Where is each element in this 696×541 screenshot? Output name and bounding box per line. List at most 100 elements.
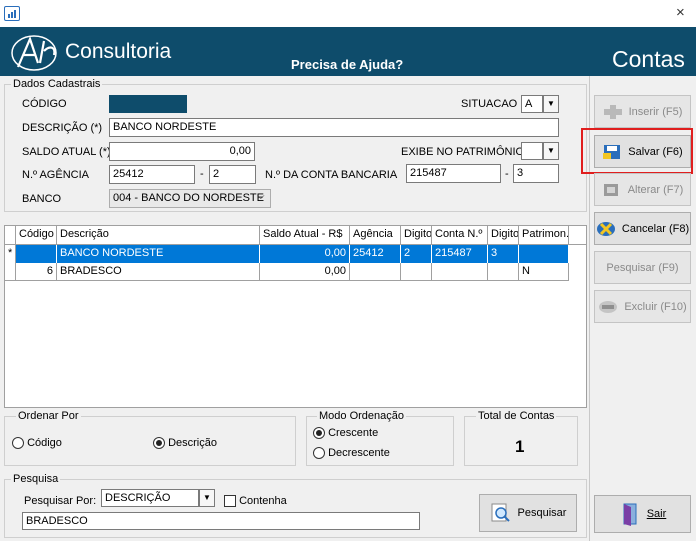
modo-crescente-radio[interactable]: Crescente	[313, 427, 379, 440]
alterar-label: Alterar (F7)	[627, 183, 684, 196]
table-header: Código Descrição Saldo Atual - R$ Agênci…	[5, 226, 586, 245]
pesquisar-side-label: Pesquisar (F9)	[606, 261, 679, 274]
salvar-highlight	[581, 128, 693, 174]
cancel-icon	[596, 221, 615, 236]
dash-label: -	[200, 168, 204, 180]
accounts-table[interactable]: Código Descrição Saldo Atual - R$ Agênci…	[4, 225, 587, 408]
table-cell	[401, 263, 432, 281]
exibe-select[interactable]	[521, 142, 543, 160]
table-row[interactable]: 6 BRADESCO 0,00 N	[5, 263, 569, 281]
checkbox-icon[interactable]	[224, 495, 236, 508]
sair-button[interactable]: Sair	[594, 495, 691, 533]
chevron-down-icon[interactable]: ▼	[543, 95, 559, 113]
delete-icon	[599, 300, 618, 313]
ordenar-descricao-label: Descrição	[168, 437, 217, 449]
column-header[interactable]: Agência	[350, 226, 401, 244]
alterar-button[interactable]: Alterar (F7)	[594, 173, 691, 206]
edit-icon	[603, 183, 618, 196]
column-header[interactable]: Conta N.º	[432, 226, 488, 244]
exit-door-icon	[623, 503, 637, 526]
chevron-down-icon[interactable]: ⌵	[257, 191, 265, 202]
contenha-checkbox[interactable]: Contenha	[224, 495, 287, 508]
inserir-label: Inserir (F5)	[628, 105, 683, 118]
ordenar-legend: Ordenar Por	[16, 410, 81, 422]
agencia-digito-input[interactable]: 2	[209, 165, 256, 184]
total-label: Total de Contas	[476, 410, 557, 422]
modo-crescente-label: Crescente	[328, 427, 379, 439]
descricao-input[interactable]: BANCO NORDESTE	[109, 118, 559, 137]
dash-label: -	[505, 168, 509, 180]
table-row[interactable]: * BANCO NORDESTE 0,00 25412 2 215487 3	[5, 245, 569, 263]
saldo-input[interactable]: 0,00	[109, 142, 255, 161]
conta-input[interactable]: 215487	[406, 164, 501, 183]
table-cell	[16, 245, 57, 263]
modo-decrescente-radio[interactable]: Decrescente	[313, 447, 390, 460]
conta-digito-input[interactable]: 3	[513, 164, 559, 183]
app-icon	[4, 6, 20, 21]
pesquisar-button-label: Pesquisar	[517, 507, 567, 519]
sair-label: Sair	[646, 508, 667, 520]
ordenar-descricao-radio[interactable]: Descrição	[153, 437, 217, 450]
column-header[interactable]: Código	[16, 226, 57, 244]
radio-selected-icon[interactable]	[153, 437, 165, 450]
table-cell: 0,00	[260, 245, 350, 263]
magnifier-icon	[491, 503, 510, 522]
title-bar: ×	[0, 0, 696, 27]
pesquisar-button[interactable]: Pesquisar	[479, 494, 577, 532]
agencia-label: N.º AGÊNCIA	[22, 169, 89, 181]
column-header[interactable]: Patrimon.	[519, 226, 569, 244]
banco-select[interactable]: 004 - BANCO DO NORDESTE	[109, 189, 271, 208]
brand-name: Consultoria	[65, 40, 172, 63]
column-header[interactable]: Saldo Atual - R$	[260, 226, 350, 244]
pesquisar-side-button[interactable]: Pesquisar (F9)	[594, 251, 691, 284]
indicator-header	[5, 226, 16, 244]
agencia-input[interactable]: 25412	[109, 165, 195, 184]
banco-label: BANCO	[22, 193, 62, 205]
table-cell: 6	[16, 263, 57, 281]
pesquisar-por-select[interactable]: DESCRIÇÃO	[101, 489, 199, 507]
ordenar-codigo-radio[interactable]: Código	[12, 437, 62, 450]
modo-legend: Modo Ordenação	[317, 410, 406, 422]
cancelar-button[interactable]: Cancelar (F8)	[594, 212, 691, 245]
row-indicator	[5, 263, 16, 281]
chevron-down-icon[interactable]: ▼	[543, 142, 559, 160]
column-header[interactable]: Descrição	[57, 226, 260, 244]
contenha-label: Contenha	[239, 495, 287, 507]
help-link[interactable]: Precisa de Ajuda?	[291, 57, 403, 72]
pesquisar-por-label: Pesquisar Por:	[24, 495, 97, 507]
table-cell	[488, 263, 519, 281]
close-icon[interactable]: ×	[676, 4, 685, 21]
codigo-field[interactable]	[109, 95, 187, 113]
table-cell	[432, 263, 488, 281]
saldo-label: SALDO ATUAL (*)	[22, 146, 111, 158]
descricao-label: DESCRIÇÃO (*)	[22, 122, 103, 134]
radio-icon[interactable]	[12, 437, 24, 450]
radio-icon[interactable]	[313, 447, 325, 460]
column-header[interactable]: Digito	[488, 226, 519, 244]
table-cell: 25412	[350, 245, 401, 263]
chevron-down-icon[interactable]: ▼	[199, 489, 215, 507]
radio-selected-icon[interactable]	[313, 427, 325, 440]
situacao-select[interactable]: A	[521, 95, 543, 113]
conta-label: N.º DA CONTA BANCARIA	[265, 169, 398, 181]
table-cell	[350, 263, 401, 281]
plus-icon	[603, 104, 622, 119]
table-cell: BRADESCO	[57, 263, 260, 281]
row-indicator: *	[5, 245, 16, 263]
column-header[interactable]: Digito	[401, 226, 432, 244]
inserir-button[interactable]: Inserir (F5)	[594, 95, 691, 128]
table-cell: BANCO NORDESTE	[57, 245, 260, 263]
cancelar-label: Cancelar (F8)	[621, 222, 690, 235]
table-cell: 2	[401, 245, 432, 263]
pesquisa-legend: Pesquisa	[11, 473, 61, 485]
pesquisa-input[interactable]: BRADESCO	[22, 512, 420, 530]
screen-title: Contas	[612, 46, 685, 72]
table-cell: 215487	[432, 245, 488, 263]
modo-decrescente-label: Decrescente	[328, 447, 390, 459]
table-cell	[519, 245, 569, 263]
situacao-label: SITUACAO	[461, 98, 518, 110]
dados-cadastrais-legend: Dados Cadastrais	[11, 78, 103, 90]
table-cell: 3	[488, 245, 519, 263]
total-value: 1	[515, 437, 525, 456]
excluir-button[interactable]: Excluir (F10)	[594, 290, 691, 323]
